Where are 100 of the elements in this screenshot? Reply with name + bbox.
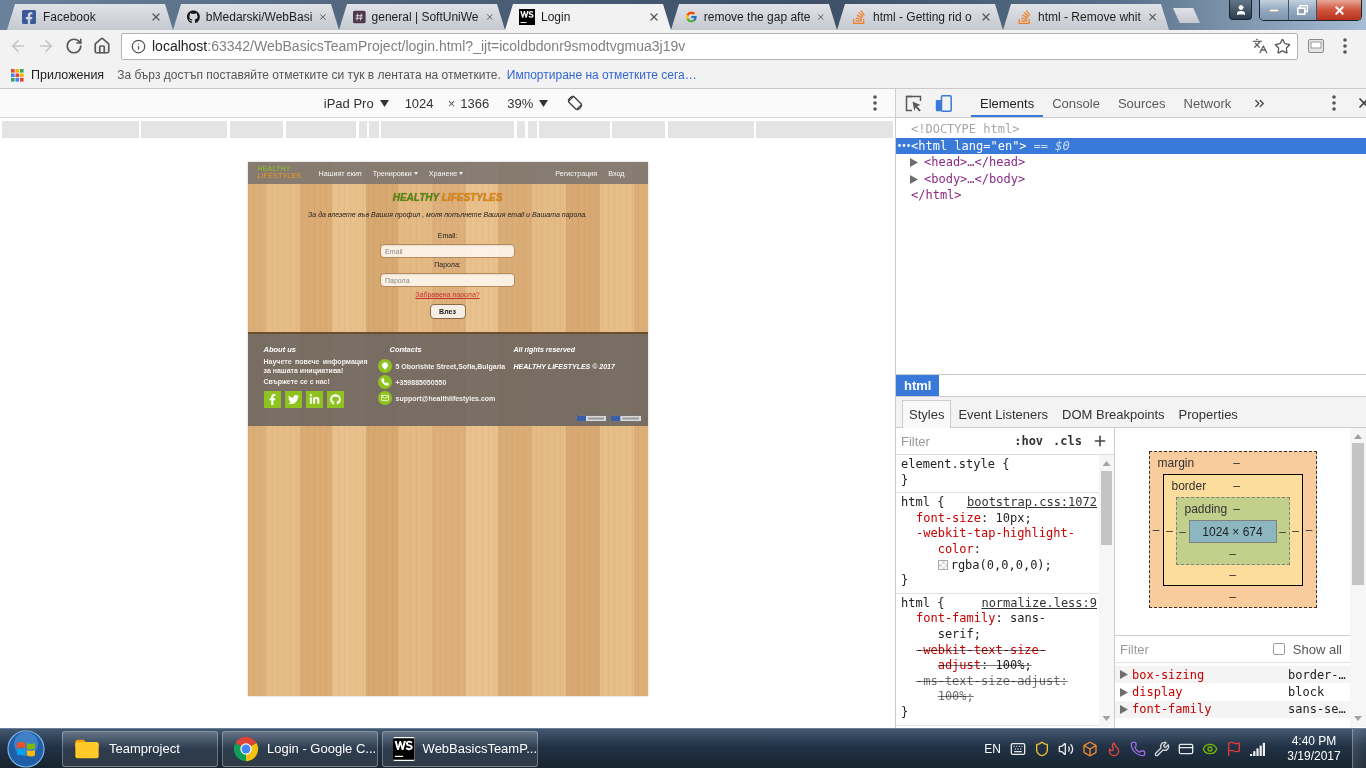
- filter-field[interactable]: Filter: [901, 433, 1005, 449]
- box-model-value[interactable]: –: [1305, 523, 1313, 537]
- caret-icon: [539, 99, 549, 107]
- close-window-button[interactable]: [1316, 0, 1361, 20]
- apps-link[interactable]: Приложения: [31, 68, 105, 82]
- profile-button[interactable]: [1229, 0, 1252, 20]
- filter-field[interactable]: Filter: [1120, 641, 1265, 657]
- css-declaration[interactable]: -webkit-tap-highlight-color:: [916, 526, 1084, 558]
- sidebar-tab[interactable]: Properties: [1171, 400, 1245, 428]
- expand-arrow-icon[interactable]: [910, 158, 918, 167]
- show-desktop-button[interactable]: [1352, 729, 1366, 768]
- show-all-checkbox[interactable]: [1272, 643, 1285, 655]
- source-link[interactable]: bootstrap.css:1072: [966, 495, 1097, 511]
- panel-tab[interactable]: Network: [1174, 89, 1241, 117]
- phone-icon[interactable]: [1130, 740, 1146, 757]
- speaker-icon[interactable]: [1058, 740, 1074, 757]
- rotate-icon[interactable]: [567, 95, 584, 111]
- import-bookmarks-link[interactable]: Импортиране на отметките сега…: [506, 68, 697, 82]
- clock-date[interactable]: 3/19/2017: [1287, 748, 1341, 764]
- source-link[interactable]: normalize.less:9: [981, 595, 1097, 612]
- browser-tab[interactable]: Login: [505, 4, 671, 30]
- expand-arrow-icon[interactable]: [1120, 670, 1128, 680]
- restore-button[interactable]: [1288, 0, 1316, 20]
- sidebar-tab[interactable]: Event Listeners: [951, 400, 1055, 428]
- html-tag[interactable]: <body>…</body>: [924, 170, 1026, 188]
- box-model-value[interactable]: –: [1229, 568, 1236, 582]
- github-icon[interactable]: [326, 390, 344, 408]
- signal-icon[interactable]: [1250, 741, 1266, 756]
- stackoverflow-icon: [1017, 9, 1033, 25]
- panel-tab[interactable]: Sources: [1108, 89, 1175, 117]
- language-indicator[interactable]: EN: [984, 741, 1001, 756]
- width-field[interactable]: 1024: [404, 95, 443, 111]
- html-tag[interactable]: <head>…</head>: [924, 154, 1026, 171]
- css-declaration[interactable]: font-family: sans-serif;: [916, 611, 1084, 643]
- new-rule-icon[interactable]: [1092, 433, 1108, 449]
- facebook-icon[interactable]: [263, 390, 281, 408]
- sidebar-tab[interactable]: DOM Breakpoints: [1055, 400, 1172, 428]
- flag-icon[interactable]: [1226, 740, 1242, 757]
- box-model-value[interactable]: –: [1233, 456, 1240, 470]
- hover-state-toggle[interactable]: :hov: [1014, 434, 1044, 448]
- close-icon[interactable]: [648, 11, 660, 23]
- keyboard-icon[interactable]: [1010, 740, 1026, 757]
- browser-tab[interactable]: remove the gap afte: [671, 4, 837, 30]
- clock-time[interactable]: 4:40 PM: [1291, 733, 1337, 749]
- scrollbar[interactable]: [1099, 455, 1114, 727]
- box-model-value[interactable]: –: [1229, 546, 1236, 561]
- panel-tab[interactable]: Console: [1043, 89, 1109, 117]
- css-value[interactable]: rgba(0,0,0,0);: [950, 557, 1052, 574]
- inspect-icon[interactable]: [905, 94, 922, 112]
- box-model-value[interactable]: –: [1166, 524, 1173, 538]
- browser-tab[interactable]: html - Remove whit: [1003, 4, 1169, 30]
- box-model-value[interactable]: –: [1152, 523, 1160, 537]
- twitter-icon[interactable]: [284, 390, 302, 408]
- flame-icon[interactable]: [1106, 740, 1122, 757]
- caret-icon: [379, 99, 389, 107]
- more-options-icon[interactable]: [873, 95, 877, 111]
- content-size[interactable]: 1024 × 674: [1188, 520, 1277, 543]
- start-button[interactable]: [6, 729, 46, 768]
- close-icon[interactable]: [1146, 11, 1158, 23]
- browser-tab[interactable]: general | SoftUniWe: [339, 4, 505, 30]
- close-icon[interactable]: [150, 11, 162, 23]
- taskbar-button[interactable]: WebBasicsTeamP...: [382, 730, 538, 767]
- css-declaration[interactable]: font-size: 10px;: [916, 510, 1084, 527]
- close-icon[interactable]: [980, 11, 992, 23]
- class-toggle[interactable]: .cls: [1053, 434, 1082, 448]
- ellipsis-icon[interactable]: [898, 144, 910, 148]
- scrollbar[interactable]: [1350, 428, 1366, 727]
- box-model-value[interactable]: –: [1179, 524, 1186, 539]
- color-swatch-icon[interactable]: [937, 560, 948, 571]
- expand-arrow-icon[interactable]: [1120, 687, 1128, 697]
- height-field[interactable]: 1366: [460, 95, 499, 111]
- html-tag[interactable]: <html lang="en">: [911, 137, 1027, 155]
- panel-tab[interactable]: Elements: [971, 89, 1044, 117]
- taskbar-button[interactable]: Login - Google C...: [222, 730, 378, 767]
- device-select[interactable]: iPad Pro: [323, 95, 389, 111]
- expand-arrow-icon[interactable]: [1120, 704, 1128, 714]
- new-tab-button[interactable]: [1173, 8, 1200, 23]
- zoom-select[interactable]: 39%: [507, 95, 549, 111]
- wrench-icon[interactable]: [1154, 740, 1170, 757]
- bookmark-star-icon[interactable]: [1274, 37, 1291, 55]
- browser-tab[interactable]: Facebook: [7, 4, 173, 30]
- browser-tab[interactable]: bMedarski/WebBasi: [173, 4, 339, 30]
- device-toolbar-icon[interactable]: [935, 94, 952, 112]
- box-model-value[interactable]: –: [1292, 524, 1299, 538]
- more-options-icon[interactable]: [1332, 95, 1337, 111]
- translate-icon[interactable]: [1252, 38, 1268, 54]
- apps-grid-icon[interactable]: [11, 68, 24, 82]
- linkedin-icon[interactable]: [305, 390, 323, 408]
- sidebar-tab[interactable]: Styles: [902, 400, 952, 428]
- box-model-value[interactable]: –: [1233, 479, 1240, 493]
- shield-icon[interactable]: [1034, 740, 1050, 757]
- address-bar[interactable]: localhost:63342/WebBasicsTeamProject/login.html?_ijt=icoldbdonr9smodtvgmua3j19v: [121, 32, 1298, 60]
- box-model-value[interactable]: –: [1279, 524, 1286, 539]
- browser-tab[interactable]: html - Getting rid o: [837, 4, 1003, 30]
- box-icon[interactable]: [1082, 740, 1098, 757]
- box-model-value[interactable]: –: [1229, 589, 1236, 604]
- box-model-value[interactable]: –: [1233, 502, 1240, 516]
- taskbar-button[interactable]: Teamproject: [62, 730, 218, 767]
- breadcrumb[interactable]: html: [896, 375, 940, 396]
- expand-arrow-icon[interactable]: [910, 174, 918, 184]
